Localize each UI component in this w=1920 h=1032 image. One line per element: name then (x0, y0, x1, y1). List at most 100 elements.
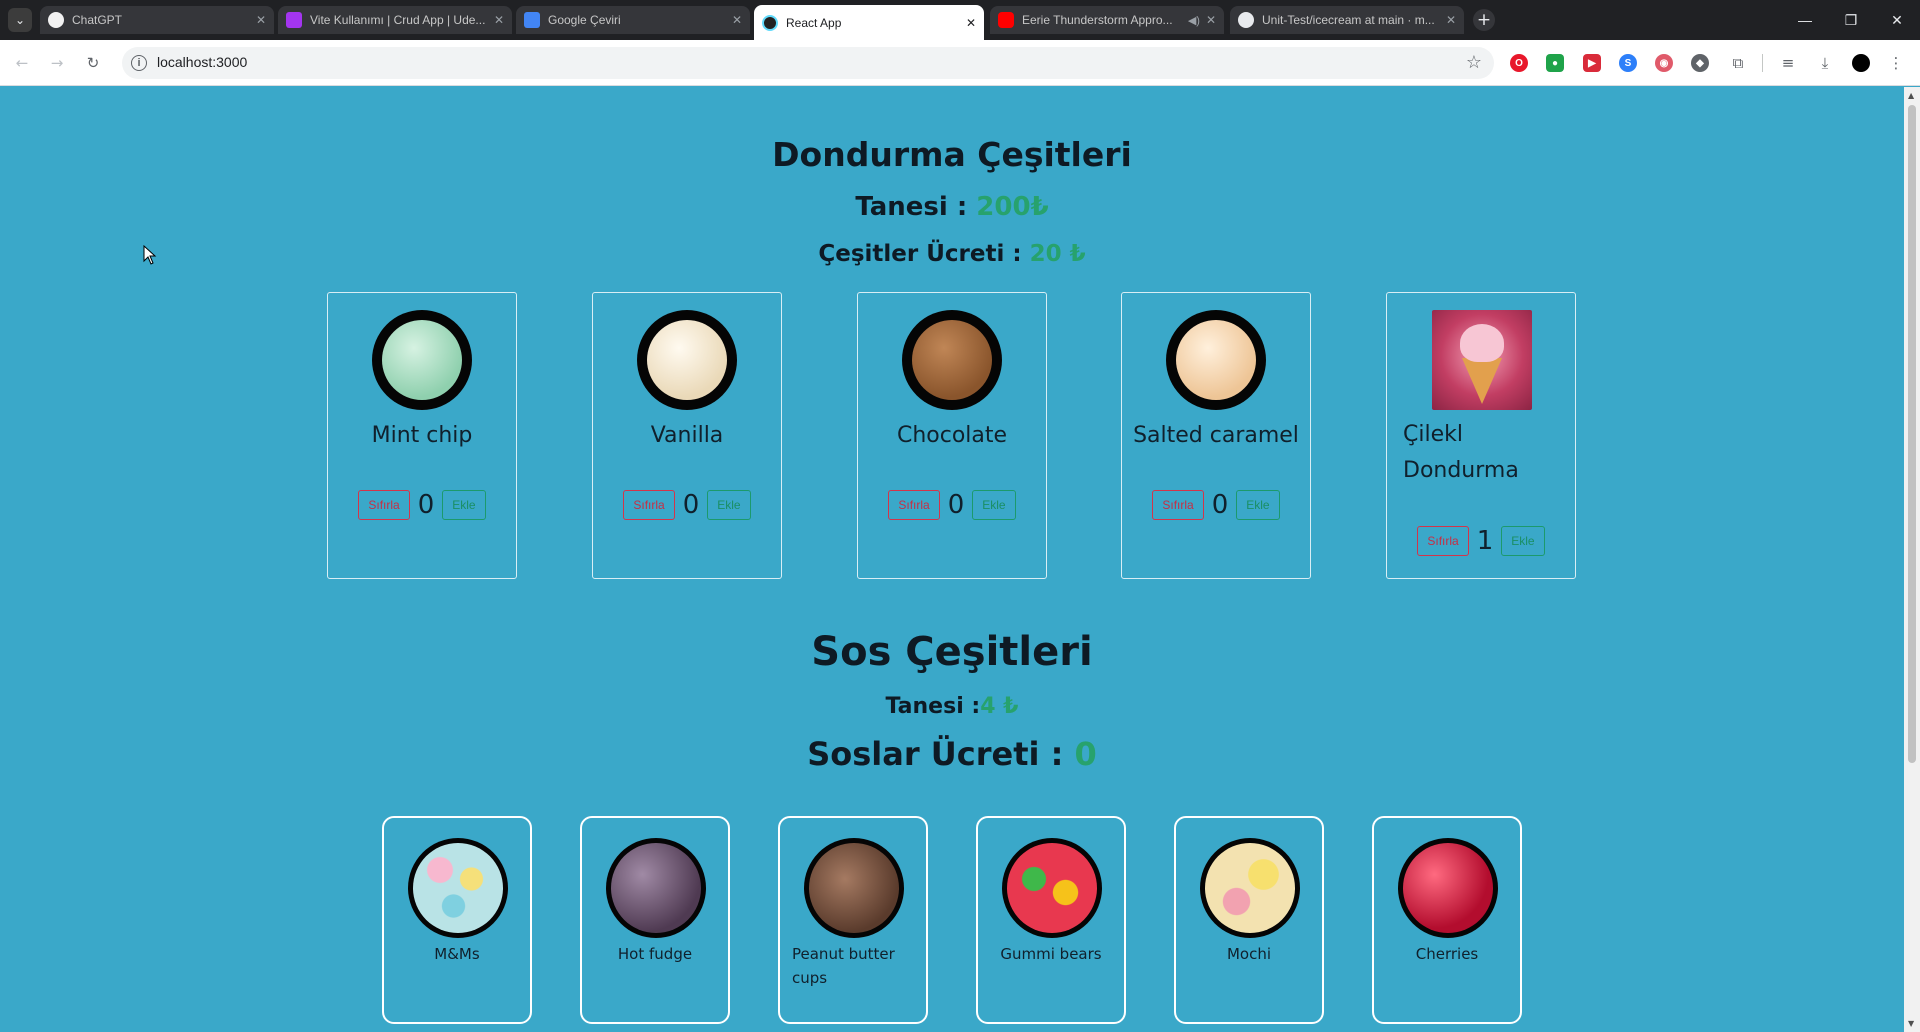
sauce-name: Peanut butter cups (792, 945, 895, 987)
minimize-icon: — (1798, 12, 1812, 28)
reload-button[interactable]: ↻ (82, 52, 104, 74)
tab-react-app[interactable]: React App ✕ (754, 5, 984, 40)
close-icon[interactable]: ✕ (1446, 13, 1456, 27)
icecream-name: Mint chip (371, 423, 473, 448)
close-window-button[interactable]: ✕ (1874, 0, 1920, 40)
icecream-card: Çilekl Dondurma Sıfırla 1 Ekle (1386, 292, 1576, 579)
sauce-image (804, 838, 904, 938)
icecream-total-label: Çeşitler Ücreti : (818, 241, 1030, 267)
speaker-icon[interactable]: ◀) (1188, 14, 1200, 27)
url-text[interactable]: localhost:3000 (157, 54, 247, 70)
arrow-right-icon: → (50, 54, 64, 72)
sauce-image (408, 838, 508, 938)
sauce-total-value: 0 (1074, 735, 1097, 773)
chevron-down-icon: ⌄ (14, 13, 26, 27)
reset-button[interactable]: Sıfırla (358, 490, 410, 520)
icecream-price-value: 200₺ (976, 192, 1049, 222)
sauce-card[interactable]: M&Ms (382, 816, 532, 1024)
download-icon[interactable]: ⤓ (1814, 52, 1836, 74)
tab-chatgpt[interactable]: ChatGPT ✕ (40, 6, 274, 34)
icecream-section-title: Dondurma Çeşitleri (772, 135, 1132, 174)
scroll-down-arrow-icon[interactable]: ▼ (1908, 1019, 1914, 1028)
blue-extension-icon[interactable]: S (1619, 54, 1637, 72)
tab-github[interactable]: Unit-Test/icecream at main · m... ✕ (1230, 6, 1464, 34)
extensions-puzzle-icon[interactable]: ⧉ (1727, 52, 1749, 74)
cone-shape (1462, 358, 1502, 404)
mochi-image (1205, 843, 1295, 933)
red-extension-icon[interactable]: ◉ (1655, 54, 1673, 72)
sauce-name: Cherries (1415, 945, 1479, 963)
sauce-card[interactable]: Cherries (1372, 816, 1522, 1024)
icecream-image (372, 310, 472, 410)
chocolate-scoop (912, 320, 992, 400)
add-button[interactable]: Ekle (972, 490, 1016, 520)
kebab-menu-icon[interactable]: ⋮ (1885, 52, 1907, 74)
sauce-card[interactable]: Peanut butter cups (778, 816, 928, 1024)
tab-youtube[interactable]: Eerie Thunderstorm Appro... ◀) ✕ (990, 6, 1224, 34)
swirl-shape (1460, 324, 1504, 362)
close-icon[interactable]: ✕ (494, 13, 504, 27)
close-icon: ✕ (1891, 11, 1903, 28)
sauce-card[interactable]: Hot fudge (580, 816, 730, 1024)
chatgpt-favicon-icon (48, 12, 64, 28)
sauce-image (1200, 838, 1300, 938)
icecream-name: Salted caramel (1133, 423, 1299, 448)
reset-button[interactable]: Sıfırla (623, 490, 675, 520)
icecream-controls: Sıfırla 1 Ekle (1387, 526, 1575, 556)
restore-icon: ❐ (1844, 11, 1858, 28)
sauce-total-label: Soslar Ücreti : (807, 735, 1075, 773)
icecream-quantity: 0 (417, 490, 435, 520)
youtube-favicon-icon (998, 12, 1014, 28)
gummi-bears-image (1007, 843, 1097, 933)
close-icon[interactable]: ✕ (1206, 13, 1216, 27)
strawberry-cone-image (1432, 310, 1532, 410)
address-bar[interactable]: i localhost:3000 ☆ (122, 47, 1494, 79)
gray-extension-icon[interactable]: ◆ (1691, 54, 1709, 72)
restore-button[interactable]: ❐ (1828, 0, 1874, 40)
icecream-controls: Sıfırla 0 Ekle (858, 490, 1046, 520)
sauce-card[interactable]: Mochi (1174, 816, 1324, 1024)
back-button[interactable]: ← (11, 52, 33, 74)
add-button[interactable]: Ekle (1236, 490, 1280, 520)
icecream-card: Salted caramel Sıfırla 0 Ekle (1121, 292, 1311, 579)
reload-icon: ↻ (86, 54, 100, 72)
icecream-controls: Sıfırla 0 Ekle (593, 490, 781, 520)
bookmark-star-icon[interactable]: ☆ (1466, 52, 1482, 73)
sauce-name: Hot fudge (617, 945, 693, 963)
icecream-card: Chocolate Sıfırla 0 Ekle (857, 292, 1047, 579)
icecream-name: Chocolate (896, 423, 1008, 448)
vertical-scrollbar[interactable]: ▲ ▼ (1904, 87, 1920, 1032)
tab-search-button[interactable]: ⌄ (8, 8, 32, 32)
reset-button[interactable]: Sıfırla (1417, 526, 1469, 556)
icecream-controls: Sıfırla 0 Ekle (1122, 490, 1310, 520)
icecream-image (902, 310, 1002, 410)
icecream-name: Çilekl Dondurma (1403, 422, 1519, 483)
add-button[interactable]: Ekle (442, 490, 486, 520)
scroll-up-arrow-icon[interactable]: ▲ (1908, 91, 1914, 100)
add-button[interactable]: Ekle (1501, 526, 1545, 556)
sauce-total: Soslar Ücreti : 0 (0, 735, 1904, 773)
scrollbar-thumb[interactable] (1908, 105, 1916, 763)
forward-button[interactable]: → (46, 52, 68, 74)
close-icon[interactable]: ✕ (256, 13, 266, 27)
opera-extension-icon[interactable]: O (1510, 54, 1528, 72)
reset-button[interactable]: Sıfırla (1152, 490, 1204, 520)
tab-google-translate[interactable]: Google Çeviri ✕ (516, 6, 750, 34)
reset-button[interactable]: Sıfırla (888, 490, 940, 520)
tab-udemy[interactable]: Vite Kullanımı | Crud App | Ude... ✕ (278, 6, 512, 34)
sauce-price-value: 4 ₺ (980, 694, 1019, 719)
close-icon[interactable]: ✕ (732, 13, 742, 27)
google-translate-favicon-icon (524, 12, 540, 28)
site-info-icon[interactable]: i (131, 55, 147, 71)
profile-avatar-icon[interactable] (1850, 52, 1872, 74)
icecream-total: Çeşitler Ücreti : 20 ₺ (0, 241, 1904, 267)
hot-fudge-image (611, 843, 701, 933)
green-extension-icon[interactable]: ● (1546, 54, 1564, 72)
add-button[interactable]: Ekle (707, 490, 751, 520)
new-tab-button[interactable]: + (1473, 9, 1495, 31)
minimize-button[interactable]: — (1782, 0, 1828, 40)
media-control-icon[interactable]: ≡ (1777, 52, 1799, 74)
record-extension-icon[interactable]: ▶ (1583, 54, 1601, 72)
sauce-card[interactable]: Gummi bears (976, 816, 1126, 1024)
close-icon[interactable]: ✕ (966, 16, 976, 30)
